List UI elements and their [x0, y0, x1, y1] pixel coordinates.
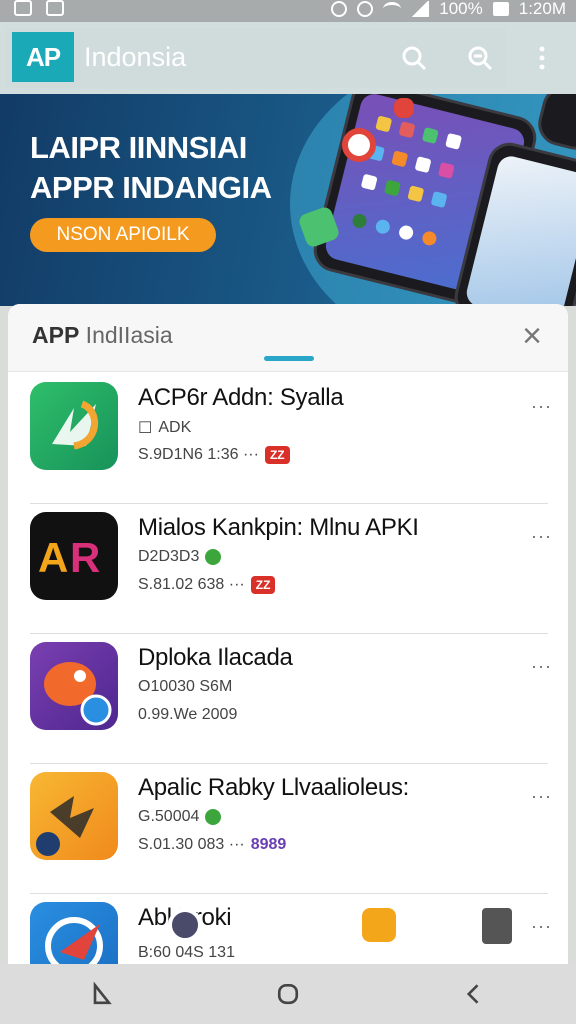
signal-icon	[411, 1, 430, 17]
yellow-bird-icon	[30, 772, 118, 860]
app-logo[interactable]: AP	[12, 32, 74, 82]
orange-fish-icon	[30, 642, 118, 730]
app-meta: O10030 S6M	[138, 678, 233, 695]
alarm-icon	[331, 1, 348, 17]
blue-plane-icon	[30, 902, 118, 964]
app-meta: B:60 04S 131	[138, 944, 235, 961]
battery-icon	[492, 2, 509, 16]
home-dock-icon[interactable]	[168, 908, 202, 942]
row-menu-button[interactable]: ···	[531, 526, 552, 547]
sheet-header: APP IndIIasia ×	[8, 304, 568, 372]
app-name: ACP6r Addn: Syalla	[138, 384, 344, 411]
wifi-icon	[383, 2, 402, 16]
app-meta: 0.99.We 2009	[138, 706, 238, 723]
status-badge: 8989	[250, 836, 287, 853]
app-name: Apalic Rabky Llvaalioleus:	[138, 774, 410, 801]
banner-title-line2: APPR INDANGIA	[30, 170, 272, 205]
bag-dock-icon[interactable]	[482, 908, 512, 944]
svg-text:R: R	[70, 534, 100, 581]
back-icon	[466, 984, 479, 1004]
overflow-menu-button[interactable]	[522, 38, 562, 78]
list-item[interactable]: Dploka Ilacada O10030 S6M 0.99.We 2009 ·…	[8, 634, 568, 764]
vibrate-icon	[357, 1, 374, 17]
search-filter-button[interactable]	[460, 38, 500, 78]
app-meta: S.01.30 083 ··· 8989	[138, 836, 287, 853]
row-menu-button[interactable]: ···	[531, 916, 552, 937]
drag-handle[interactable]	[264, 356, 314, 361]
status-badge: ZZ	[250, 576, 276, 594]
battery-text: 100%	[439, 0, 483, 18]
home-button[interactable]	[272, 978, 304, 1010]
banner-title: LAIPR IINNSIAI APPR INDANGIA	[30, 128, 272, 208]
app-name: Mialos Kankpin: Mlnu APKI	[138, 514, 419, 541]
app-meta: D2D3D3	[138, 548, 222, 566]
status-time: 1:20M	[518, 0, 566, 18]
app-meta: G.50004	[138, 808, 222, 826]
app-list-sheet: APP IndIIasia × ACP6r Addn: Syalla ☐ ADK …	[8, 304, 568, 964]
home-icon	[277, 983, 299, 1005]
more-vert-icon	[539, 46, 545, 70]
recents-icon	[93, 981, 112, 1005]
search-minus-icon	[468, 46, 493, 71]
ar-logo-icon: AR	[30, 512, 118, 600]
banner-title-line1: LAIPR IINNSIAI	[30, 130, 247, 165]
chrome-icon	[342, 128, 376, 162]
search-icon	[402, 46, 427, 71]
download-icon	[205, 809, 222, 825]
app-meta: ☐ ADK	[138, 419, 192, 437]
back-button[interactable]	[458, 978, 490, 1010]
list-item[interactable]: Apalic Rabky Llvaalioleus: G.50004 S.01.…	[8, 764, 568, 894]
app-meta: S.81.02 638 ··· ZZ	[138, 576, 276, 594]
banner-cta-button[interactable]: NSON APIOILK	[30, 218, 216, 252]
row-menu-button[interactable]: ···	[531, 786, 552, 807]
orange-dock-icon[interactable]	[362, 908, 396, 942]
app-meta: S.9D1N6 1:36 ··· ZZ	[138, 446, 290, 464]
system-nav-bar	[0, 964, 576, 1024]
status-badge: ZZ	[264, 446, 290, 464]
svg-text:A: A	[38, 534, 68, 581]
app-title: Indonsia	[84, 42, 187, 72]
list-item[interactable]: AR Mialos Kankpin: Mlnu APKI D2D3D3 S.81…	[8, 504, 568, 634]
sheet-title: APP IndIIasia	[32, 322, 173, 348]
recents-button[interactable]	[86, 978, 118, 1010]
sim-icon	[14, 0, 32, 16]
list-item[interactable]: ACP6r Addn: Syalla ☐ ADK S.9D1N6 1:36 ···…	[8, 374, 568, 504]
app-bar: AP Indonsia	[0, 22, 576, 94]
app-name: Dploka Ilacada	[138, 644, 293, 671]
status-bar: 100% 1:20M	[0, 0, 576, 22]
search-button[interactable]	[394, 38, 434, 78]
notification-icon	[46, 0, 64, 16]
close-button[interactable]: ×	[514, 317, 550, 355]
confetti-icon	[394, 98, 414, 118]
promo-banner[interactable]: LAIPR IINNSIAI APPR INDANGIA NSON APIOIL…	[0, 94, 576, 306]
download-icon	[205, 549, 222, 565]
row-menu-button[interactable]: ···	[531, 396, 552, 417]
green-d-icon	[30, 382, 118, 470]
row-menu-button[interactable]: ···	[531, 656, 552, 677]
